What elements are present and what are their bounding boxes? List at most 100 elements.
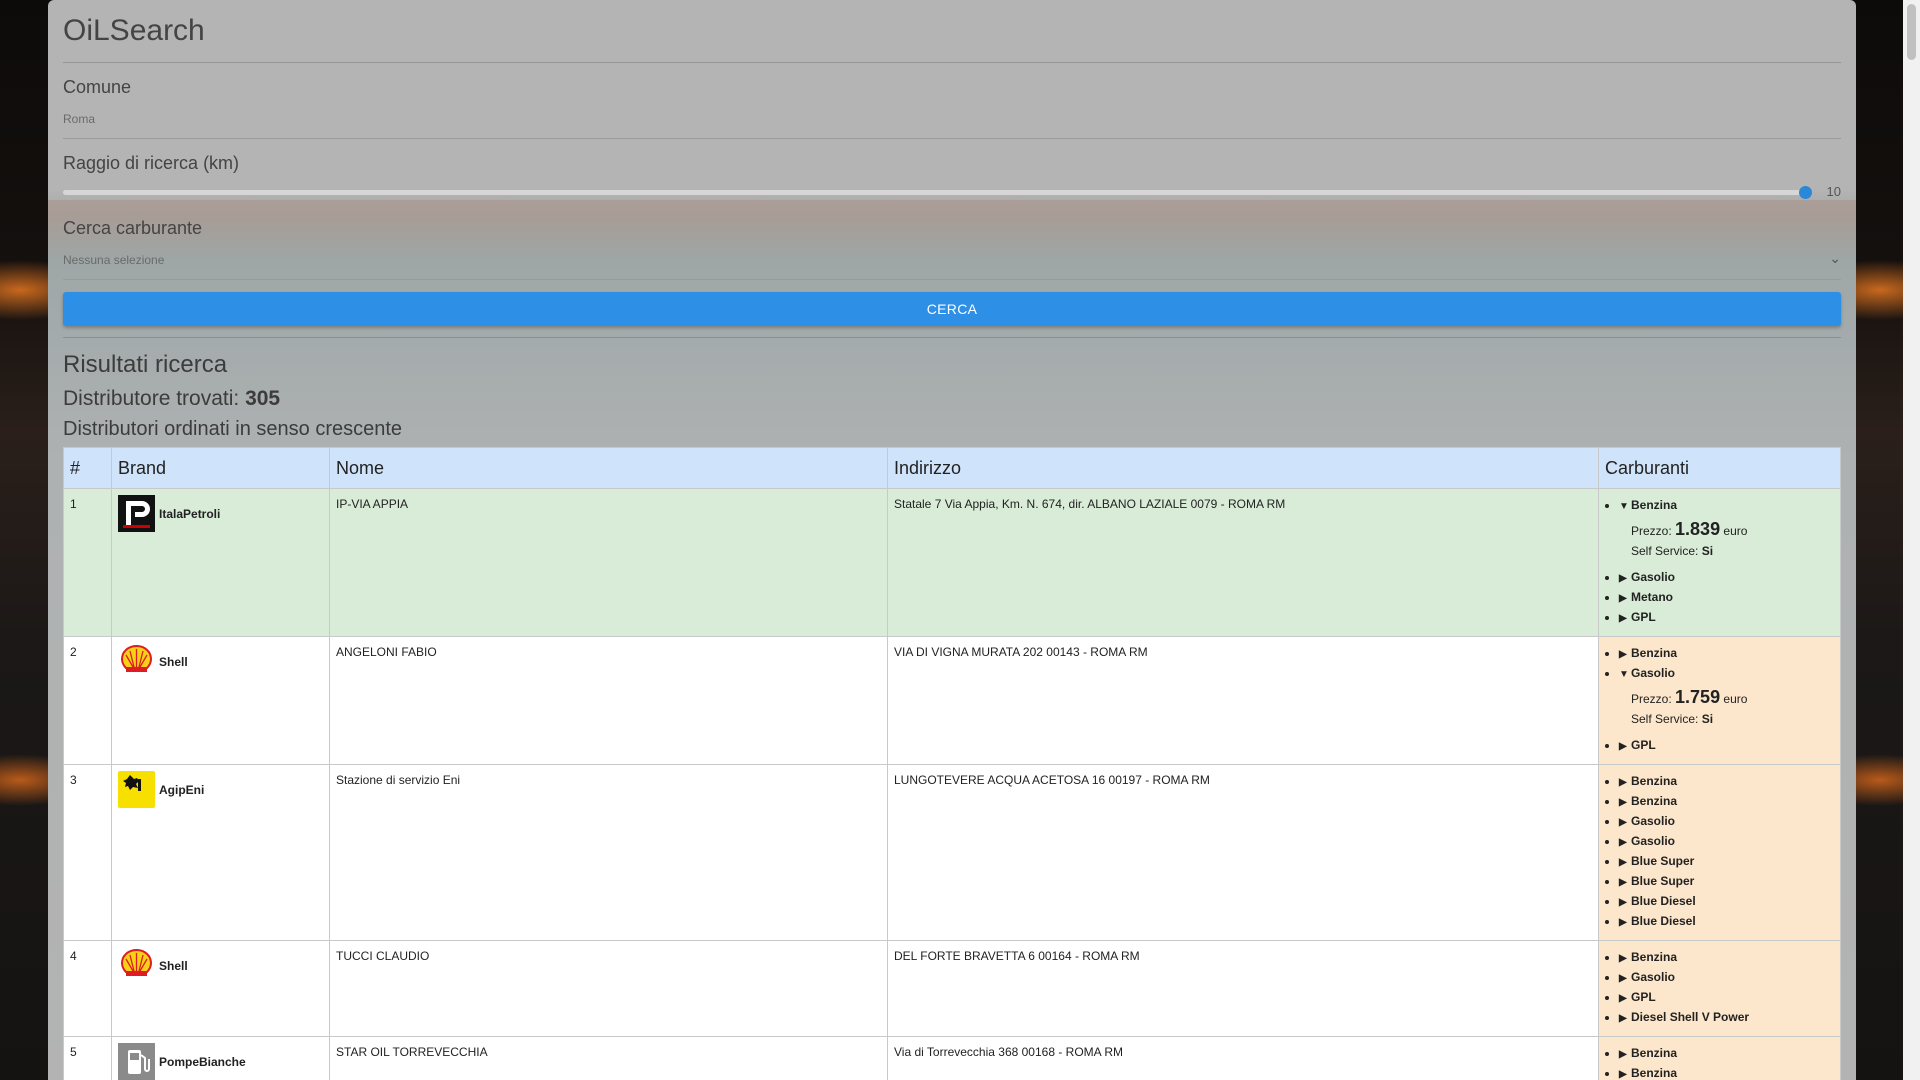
brand-cell: Shell: [111, 636, 330, 765]
fuel-toggle[interactable]: ▼ Gasolio: [1619, 666, 1675, 680]
fuel-item: ▶ GPL: [1619, 736, 1834, 756]
triangle-right-icon: ▶: [1619, 1049, 1627, 1060]
search-button[interactable]: CERCA: [63, 292, 1841, 326]
raggio-label: Raggio di ricerca (km): [63, 153, 240, 173]
table-row: 5 PompeBianche STAR OIL TORREVECCHIA Via di…: [63, 1036, 1841, 1080]
self-service-row: Self Service: Si: [1631, 542, 1834, 560]
triangle-right-icon: ▶: [1619, 897, 1627, 908]
eni-logo: [118, 771, 155, 808]
fuel-item: ▶ Blue Diesel: [1619, 892, 1834, 912]
fuel-toggle[interactable]: ▶ Benzina: [1619, 794, 1677, 808]
brand-cell: PompeBianche: [111, 1036, 330, 1080]
fuel-toggle[interactable]: ▶ Benzina: [1619, 774, 1677, 788]
fuel-toggle[interactable]: ▶ Gasolio: [1619, 834, 1675, 848]
fuel-name: Benzina: [1631, 498, 1678, 512]
triangle-right-icon: ▶: [1619, 1013, 1627, 1024]
station-address: Via di Torrevecchia 368 00168 - ROMA RM: [887, 1036, 1599, 1080]
column-header-number[interactable]: #: [63, 447, 112, 489]
fuel-toggle[interactable]: ▶ Diesel Shell V Power: [1619, 1010, 1749, 1024]
fuel-item: ▶ GPL: [1619, 608, 1834, 628]
fuel-toggle[interactable]: ▶ Benzina: [1619, 1046, 1677, 1060]
triangle-right-icon: ▶: [1619, 877, 1627, 888]
comune-input[interactable]: Roma: [63, 112, 1841, 139]
fuel-toggle[interactable]: ▶ Gasolio: [1619, 570, 1675, 584]
raggio-slider[interactable]: 10: [63, 180, 1841, 204]
row-number: 4: [63, 940, 112, 1037]
fuel-name: Benzina: [1631, 794, 1678, 808]
price-unit: euro: [1723, 524, 1748, 538]
slider-thumb[interactable]: [1799, 186, 1812, 199]
page-scrollbar[interactable]: [1903, 0, 1920, 1080]
station-address: VIA DI VIGNA MURATA 202 00143 - ROMA RM: [887, 636, 1599, 765]
table-row: 4 Shell TUCCI CLAUDIO DEL FORTE BRAVETTA 6 …: [63, 940, 1841, 1037]
station-name: TUCCI CLAUDIO: [329, 940, 888, 1037]
triangle-down-icon: ▼: [1619, 501, 1629, 512]
results-count-label: Distributore trovati:: [63, 387, 240, 410]
brand-cell: AgipEni: [111, 764, 330, 941]
row-number: 1: [63, 488, 112, 637]
fuel-list: ▼BenzinaPrezzo: 1.839 euroSelf Service: …: [1605, 496, 1834, 628]
fuel-name: Gasolio: [1631, 666, 1676, 680]
price-unit: euro: [1723, 692, 1748, 706]
divider: [63, 62, 1841, 63]
fuel-toggle[interactable]: ▶ Blue Super: [1619, 854, 1694, 868]
fuel-toggle[interactable]: ▶ Metano: [1619, 590, 1673, 604]
fuel-name: Benzina: [1631, 1066, 1678, 1080]
triangle-down-icon: ▼: [1619, 669, 1629, 680]
fuel-toggle[interactable]: ▶ Benzina: [1619, 1066, 1677, 1080]
triangle-right-icon: ▶: [1619, 837, 1627, 848]
column-header-carburanti[interactable]: Carburanti: [1598, 447, 1841, 489]
pump-logo: [118, 1043, 155, 1080]
triangle-right-icon: ▶: [1619, 741, 1627, 752]
fuel-name: Benzina: [1631, 1046, 1678, 1060]
fuel-item: ▶ Gasolio: [1619, 812, 1834, 832]
column-header-brand[interactable]: Brand: [111, 447, 330, 489]
carburante-select[interactable]: Nessuna selezione ⌄: [63, 250, 1841, 280]
table-row: 2 Shell ANGELONI FABIO VIA DI VIGNA MURATA …: [63, 636, 1841, 765]
fuel-toggle[interactable]: ▶ Gasolio: [1619, 970, 1675, 984]
fuel-toggle[interactable]: ▶ Blue Diesel: [1619, 914, 1696, 928]
scrollbar-thumb[interactable]: [1907, 4, 1916, 60]
triangle-right-icon: ▶: [1619, 857, 1627, 868]
fuel-toggle[interactable]: ▶ Blue Diesel: [1619, 894, 1696, 908]
fuel-item: ▶ Benzina: [1619, 948, 1834, 968]
fuel-toggle[interactable]: ▶ Benzina: [1619, 950, 1677, 964]
table-row: 1 ItalaPetroli IP-VIA APPIA Statale 7 Via A…: [63, 488, 1841, 637]
station-name: IP-VIA APPIA: [329, 488, 888, 637]
results-count: Distributore trovati: 305: [63, 387, 1841, 411]
fuel-item: ▶ Benzina: [1619, 772, 1834, 792]
fuel-toggle[interactable]: ▶ Benzina: [1619, 646, 1677, 660]
fuels-cell: ▶Benzina▶Benzina▶Gasolio▶Gasolio: [1598, 1036, 1841, 1080]
chevron-down-icon[interactable]: ⌄: [1829, 250, 1841, 267]
price-label: Prezzo:: [1631, 524, 1672, 538]
fuel-name: Blue Diesel: [1631, 914, 1696, 928]
results-count-value: 305: [245, 387, 281, 410]
row-number: 5: [63, 1036, 112, 1080]
station-address: LUNGOTEVERE ACQUA ACETOSA 16 00197 - ROM…: [887, 764, 1599, 941]
results-table: # Brand Nome Indirizzo Carburanti 1 Itala…: [63, 447, 1841, 1080]
results-title: Risultati ricerca: [63, 351, 228, 378]
self-service-value: Si: [1701, 544, 1714, 558]
fuel-toggle[interactable]: ▶ Blue Super: [1619, 874, 1694, 888]
carburante-label: Cerca carburante: [63, 218, 203, 238]
triangle-right-icon: ▶: [1619, 777, 1627, 788]
fuel-toggle[interactable]: ▶ Gasolio: [1619, 814, 1675, 828]
slider-value: 10: [1826, 184, 1841, 199]
brand: PompeBianche: [118, 1043, 323, 1080]
fuel-toggle[interactable]: ▶ GPL: [1619, 610, 1656, 624]
triangle-right-icon: ▶: [1619, 613, 1627, 624]
fuel-item: ▶ Blue Diesel: [1619, 912, 1834, 932]
station-name: STAR OIL TORREVECCHIA: [329, 1036, 888, 1080]
self-service-label: Self Service:: [1631, 544, 1699, 558]
column-header-indirizzo[interactable]: Indirizzo: [887, 447, 1599, 489]
fuel-toggle[interactable]: ▶ GPL: [1619, 738, 1656, 752]
fuel-toggle[interactable]: ▶ GPL: [1619, 990, 1656, 1004]
station-name: ANGELONI FABIO: [329, 636, 888, 765]
triangle-right-icon: ▶: [1619, 993, 1627, 1004]
fuel-toggle[interactable]: ▼ Benzina: [1619, 498, 1677, 512]
fuel-name: GPL: [1631, 990, 1656, 1004]
shell-logo: [118, 643, 155, 680]
column-header-nome[interactable]: Nome: [329, 447, 888, 489]
slider-track[interactable]: [63, 190, 1806, 195]
fuel-item: ▶ Metano: [1619, 588, 1834, 608]
